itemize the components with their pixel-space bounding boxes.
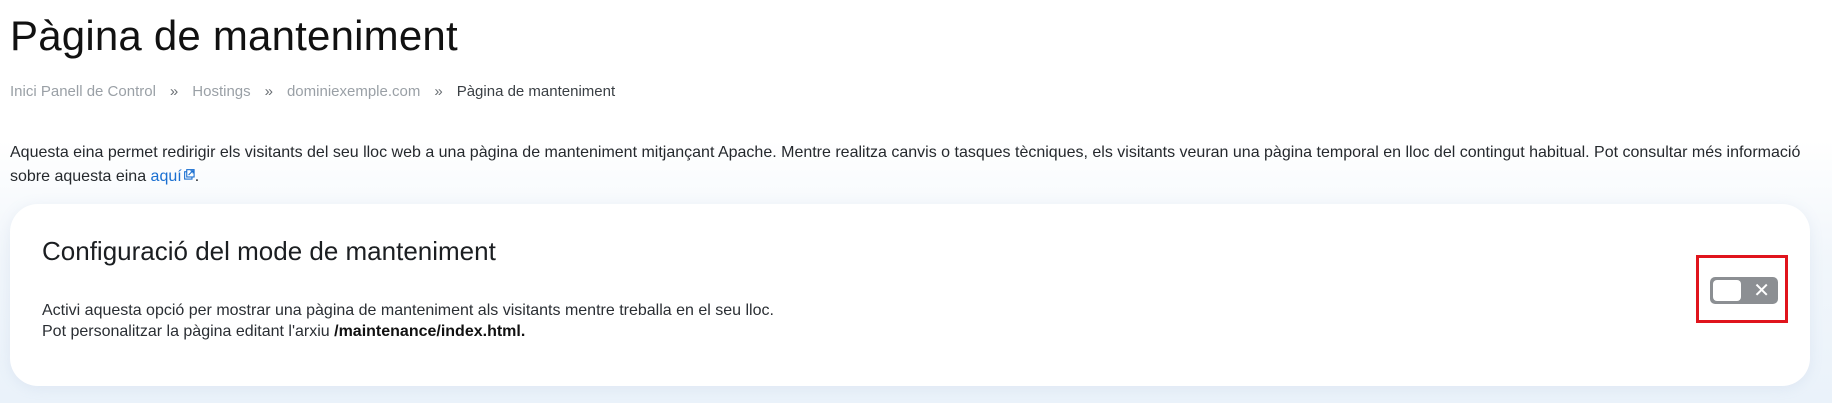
breadcrumb-home[interactable]: Inici Panell de Control: [10, 83, 156, 100]
more-info-link-label: aquí: [150, 168, 182, 185]
external-link-icon: [183, 169, 195, 180]
toggle-knob[interactable]: [1713, 280, 1741, 301]
breadcrumb-domain[interactable]: dominiexemple.com: [287, 83, 420, 100]
intro-paragraph: Aquesta eina permet redirigir els visita…: [10, 141, 1820, 189]
maintenance-file-path: /maintenance/index.html.: [334, 323, 526, 340]
maintenance-config-card: Configuració del mode de manteniment Act…: [10, 204, 1810, 386]
page-title: Pàgina de manteniment: [10, 12, 458, 59]
card-title: Configuració del mode de manteniment: [42, 236, 496, 266]
card-description-line2: Pot personalitzar la pàgina editant l'ar…: [42, 321, 774, 342]
more-info-link[interactable]: aquí: [151, 168, 195, 185]
breadcrumb-separator: »: [434, 83, 443, 100]
intro-trailing: .: [194, 168, 200, 185]
breadcrumb-hostings[interactable]: Hostings: [192, 83, 250, 100]
card-description-line1: Activi aquesta opció per mostrar una pàg…: [42, 302, 774, 319]
breadcrumb-separator: »: [264, 83, 273, 100]
maintenance-mode-toggle[interactable]: ✕: [1710, 277, 1778, 304]
intro-text: Aquesta eina permet redirigir els visita…: [10, 144, 1801, 185]
breadcrumb-separator: »: [169, 83, 179, 100]
card-description-prefix: Pot personalitzar la pàgina editant l'ar…: [42, 323, 335, 340]
card-description: Activi aquesta opció per mostrar una pàg…: [42, 300, 774, 342]
close-icon: ✕: [1753, 278, 1770, 302]
breadcrumb: Inici Panell de Control » Hostings » dom…: [10, 83, 615, 100]
breadcrumb-current: Pàgina de manteniment: [456, 83, 616, 100]
